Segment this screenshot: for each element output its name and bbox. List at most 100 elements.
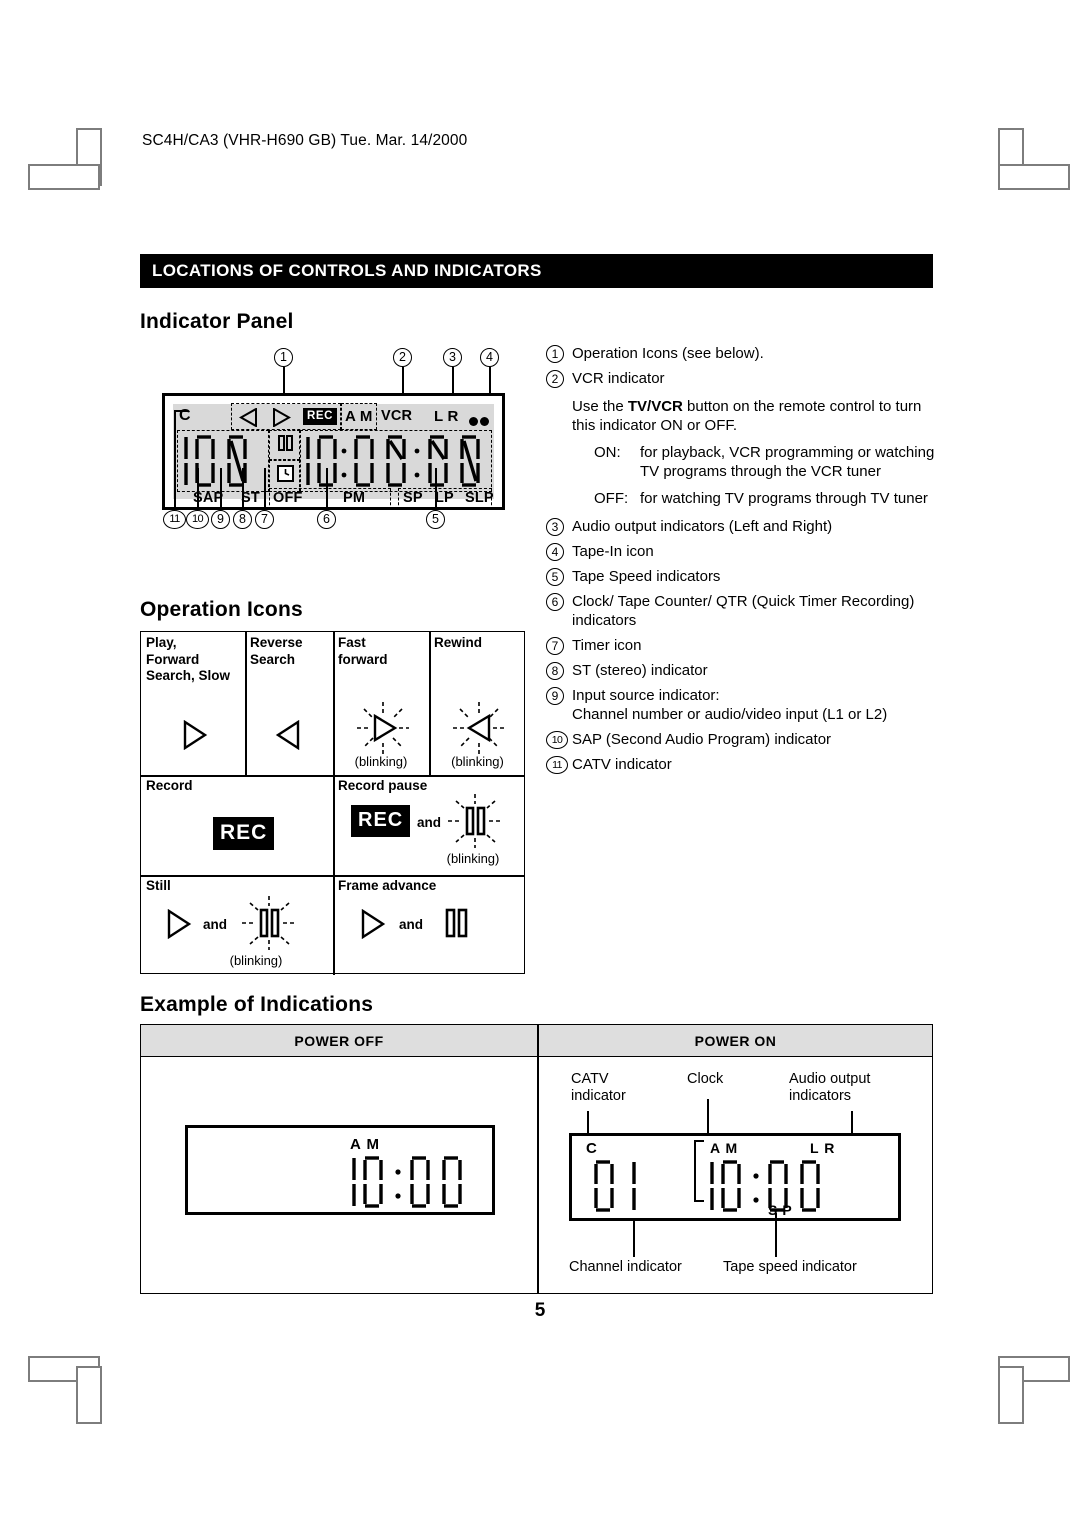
lcd-lp-label: LP	[435, 490, 454, 506]
callout-leader	[452, 367, 454, 394]
power-on-lr-label: L R	[810, 1140, 836, 1156]
op-cell-rewind: Rewind (blinking)	[429, 632, 526, 775]
column-header-power-on: POWER ON	[694, 1033, 777, 1049]
op-cell-record-pause: Record pause REC and (blinking)	[333, 775, 526, 875]
legend-paragraph-pre: Use the	[572, 398, 628, 415]
rec-badge-icon: REC	[213, 817, 275, 850]
conjunction-and: and	[203, 917, 228, 932]
op-cell-label: Record pause	[338, 778, 428, 793]
legend-number: 3	[546, 518, 564, 536]
legend-text: CATV indicator	[572, 756, 672, 773]
power-on-am-label: A M	[710, 1140, 739, 1156]
legend-item-5: 5 Tape Speed indicators	[546, 567, 938, 586]
legend-number: 4	[546, 543, 564, 561]
legend-off-row: OFF: for watching TV programs through TV…	[594, 489, 938, 508]
operation-icons-table: Play, Forward Search, Slow Reverse Searc…	[140, 631, 526, 975]
indicator-panel-diagram: 1 2 3 4 C REC A M VCR L R SAP ST OFF PM …	[150, 348, 530, 573]
callout-leader	[435, 468, 437, 510]
clock-group-bracket	[694, 1140, 704, 1202]
legend-number: 9	[546, 687, 564, 705]
callout-3: 3	[443, 348, 462, 367]
callout-leader	[174, 412, 176, 510]
callout-6: 6	[317, 510, 336, 529]
lcd-am-label: A M	[345, 408, 373, 425]
lcd-slp-label: SLP	[465, 490, 494, 506]
legend-number: 5	[546, 568, 564, 586]
legend-text: Tape-In icon	[572, 543, 654, 560]
conjunction-and: and	[399, 917, 424, 932]
op-cell-play: Play, Forward Search, Slow	[141, 632, 245, 775]
annotation-leader	[587, 1111, 589, 1135]
legend-item-9: 9 Input source indicator: Channel number…	[546, 686, 938, 724]
reverse-triangle-icon	[275, 720, 300, 750]
lcd-vcr-label: VCR	[381, 408, 413, 424]
legend-number: 7	[546, 637, 564, 655]
legend-text: Timer icon	[572, 637, 642, 654]
legend-paragraph: Use the TV/VCR button on the remote cont…	[572, 397, 938, 435]
lcd-sp-label: SP	[403, 490, 423, 506]
annotation-clock: Clock	[687, 1071, 724, 1087]
op-cell-reverse-search: Reverse Search	[245, 632, 333, 775]
callout-7: 7	[255, 510, 274, 529]
lcd-panel-outline: C REC A M VCR L R SAP ST OFF PM SP LP SL…	[162, 393, 505, 510]
callout-leader	[242, 468, 244, 510]
power-off-lcd: A M	[185, 1125, 495, 1215]
column-header-power-off: POWER OFF	[294, 1033, 384, 1049]
legend-item-6: 6 Clock/ Tape Counter/ QTR (Quick Timer …	[546, 592, 938, 630]
lcd-off-label: OFF	[273, 490, 303, 506]
op-cell-label: Rewind	[434, 635, 483, 650]
rec-badge-icon: REC	[351, 805, 411, 837]
legend-number: 6	[546, 593, 564, 611]
catv-leader	[174, 410, 188, 412]
conjunction-and: and	[417, 815, 442, 830]
op-cell-label: Frame advance	[338, 878, 437, 893]
lcd-pm-label: PM	[343, 490, 366, 506]
lcd-input-source-digits	[184, 435, 247, 487]
op-cell-fast-forward: Fast forward (blinking)	[333, 632, 429, 775]
crop-mark-segment	[998, 164, 1070, 190]
callout-leader	[264, 468, 266, 510]
annotation-leader	[775, 1213, 777, 1257]
annotation-tape-speed-indicator: Tape speed indicator	[723, 1259, 857, 1275]
callout-5: 5	[426, 510, 445, 529]
timer-clock-icon	[277, 465, 294, 482]
document-header-line: SC4H/CA3 (VHR-H690 GB) Tue. Mar. 14/2000	[142, 132, 468, 149]
annotation-channel-indicator: Channel indicator	[569, 1259, 682, 1275]
callout-8: 8	[233, 510, 252, 529]
pause-icon	[278, 435, 293, 451]
legend-item-4: 4 Tape-In icon	[546, 542, 938, 561]
page-number: 5	[534, 1300, 546, 1321]
callout-11: 11	[163, 510, 186, 529]
legend-off-value: for watching TV programs through TV tune…	[640, 490, 928, 507]
op-cell-label: Record	[146, 778, 193, 793]
example-of-indications-table: POWER OFF POWER ON A M CATV indicator Cl…	[140, 1024, 933, 1294]
op-cell-label: Fast forward	[338, 635, 388, 667]
legend-item-11: 11 CATV indicator	[546, 755, 938, 774]
lcd-st-label: ST	[241, 490, 260, 506]
legend-on-key: ON:	[594, 444, 621, 461]
annotation-leader	[707, 1099, 709, 1135]
op-cell-note: (blinking)	[354, 754, 408, 769]
legend-text: ST (stereo) indicator	[572, 662, 708, 679]
op-cell-label: Reverse Search	[250, 635, 303, 667]
rec-badge-icon: REC	[303, 408, 338, 425]
heading-operation-icons: Operation Icons	[140, 598, 303, 621]
legend-text: Input source indicator: Channel number o…	[572, 687, 888, 723]
power-on-channel-digits	[594, 1160, 636, 1212]
annotation-catv: CATV indicator	[571, 1071, 626, 1104]
crop-mark-segment	[76, 1366, 102, 1424]
section-title-bar: LOCATIONS OF CONTROLS AND INDICATORS	[140, 254, 933, 288]
legend-number: 2	[546, 370, 564, 388]
tape-in-dots-icon	[469, 413, 489, 431]
legend-text: Clock/ Tape Counter/ QTR (Quick Timer Re…	[572, 593, 915, 629]
crop-mark-segment	[998, 1366, 1024, 1424]
heading-example-of-indications: Example of Indications	[140, 993, 374, 1016]
legend-tv-vcr-bold: TV/VCR	[627, 398, 683, 415]
play-triangle-icon	[183, 720, 208, 750]
op-cell-note: (blinking)	[451, 754, 504, 769]
legend-number: 11	[546, 756, 568, 774]
power-off-time-digits	[352, 1156, 462, 1208]
legend-item-2: 2 VCR indicator Use the TV/VCR button on…	[546, 369, 938, 508]
legend-item-10: 10 SAP (Second Audio Program) indicator	[546, 730, 938, 749]
legend-item-1: 1 Operation Icons (see below).	[546, 344, 938, 363]
